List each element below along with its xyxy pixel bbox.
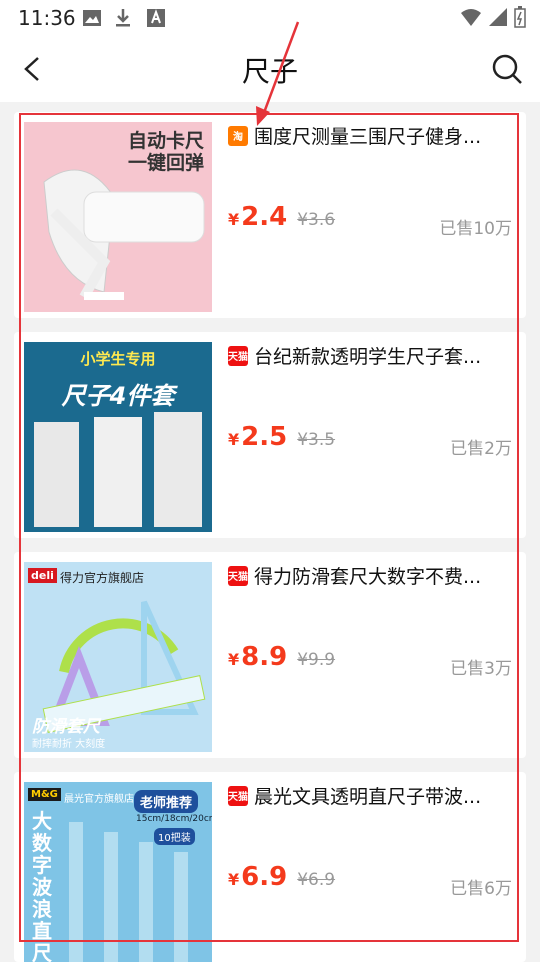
font-icon bbox=[147, 9, 165, 27]
status-time: 11:36 bbox=[18, 6, 76, 30]
page-title: 尺子 bbox=[241, 55, 298, 88]
signal-icon bbox=[489, 8, 507, 26]
wifi-icon bbox=[461, 9, 481, 26]
nav-header: 尺子 bbox=[0, 36, 540, 102]
battery-icon bbox=[514, 6, 526, 28]
gallery-icon bbox=[83, 10, 101, 26]
status-right bbox=[460, 6, 526, 28]
status-bar: 11:36 bbox=[0, 0, 540, 36]
download-icon bbox=[116, 9, 130, 27]
search-icon[interactable] bbox=[488, 50, 526, 88]
highlight-frame bbox=[19, 113, 519, 942]
